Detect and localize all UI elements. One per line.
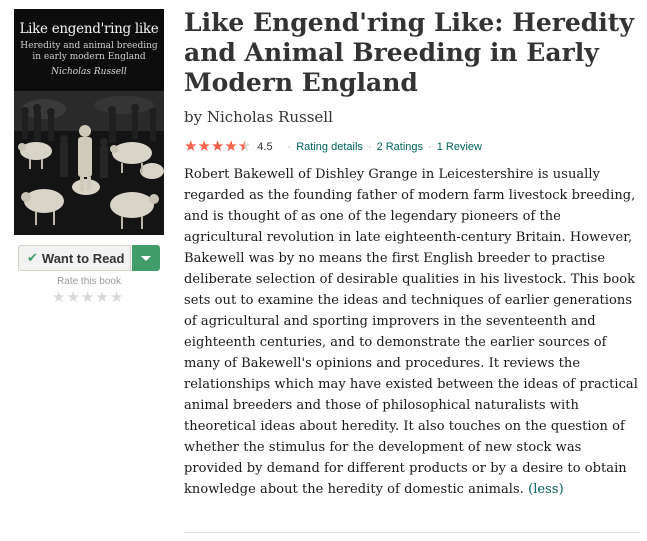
book-description: Robert Bakewell of Dishley Grange in Lei… xyxy=(184,164,642,500)
book-title: Like Engend'ring Like: Heredity and Anim… xyxy=(184,8,634,97)
byline: by Nicholas Russell xyxy=(184,108,333,126)
less-link[interactable]: (less) xyxy=(528,482,564,497)
author-link[interactable]: Nicholas Russell xyxy=(207,108,333,126)
star-filled-icon: ★ xyxy=(197,137,211,155)
want-to-read-control[interactable]: ✔ Want to Read xyxy=(18,245,160,271)
separator-dot: · xyxy=(367,140,372,153)
cover-author: Nicholas Russell xyxy=(51,67,127,77)
shelf-dropdown-button[interactable] xyxy=(132,245,160,271)
rate-star-4-icon[interactable]: ★ xyxy=(95,290,108,305)
want-to-read-button[interactable]: ✔ Want to Read xyxy=(18,245,131,271)
divider xyxy=(184,532,640,533)
star-filled-icon: ★ xyxy=(210,137,225,155)
check-icon: ✔ xyxy=(27,250,38,266)
book-cover[interactable]: Like engend'ring like Heredity and anima… xyxy=(14,9,164,235)
rate-star-5-icon[interactable]: ★ xyxy=(110,290,123,305)
caret-down-icon xyxy=(141,255,151,261)
average-rating-value: 4.5 xyxy=(257,140,273,153)
want-to-read-label: Want to Read xyxy=(41,250,125,266)
ratings-count-link[interactable]: 2 Ratings xyxy=(377,141,423,153)
rating-row: ★ ★ ★ ★ ★ 4.5 · Rating details · 2 Ratin… xyxy=(184,139,482,154)
star-filled-icon: ★ xyxy=(184,137,198,155)
average-rating-stars: ★ ★ ★ ★ ★ xyxy=(184,139,251,154)
by-prefix: by xyxy=(184,108,203,126)
star-half-icon: ★ xyxy=(237,137,252,155)
cover-subtitle: Heredity and animal breeding in early mo… xyxy=(18,41,160,63)
separator-dot: · xyxy=(287,140,292,153)
separator-dot: · xyxy=(428,140,432,153)
rate-star-2-icon[interactable]: ★ xyxy=(66,290,79,305)
star-filled-icon: ★ xyxy=(224,137,238,155)
rating-details-link[interactable]: Rating details xyxy=(296,141,363,153)
rate-star-3-icon[interactable]: ★ xyxy=(81,290,94,305)
cover-illustration xyxy=(14,91,164,235)
reviews-count-link[interactable]: 1 Review xyxy=(437,141,482,153)
description-text: Robert Bakewell of Dishley Grange in Lei… xyxy=(184,167,638,497)
user-rating-stars[interactable]: ★ ★ ★ ★ ★ xyxy=(52,290,123,305)
cover-subtitle-line-2: in early modern England xyxy=(32,52,146,62)
cover-subtitle-line-1: Heredity and animal breeding xyxy=(20,41,158,51)
cover-title: Like engend'ring like xyxy=(19,21,159,37)
rate-star-1-icon[interactable]: ★ xyxy=(52,290,65,305)
rate-this-book-label: Rate this book xyxy=(57,276,121,287)
